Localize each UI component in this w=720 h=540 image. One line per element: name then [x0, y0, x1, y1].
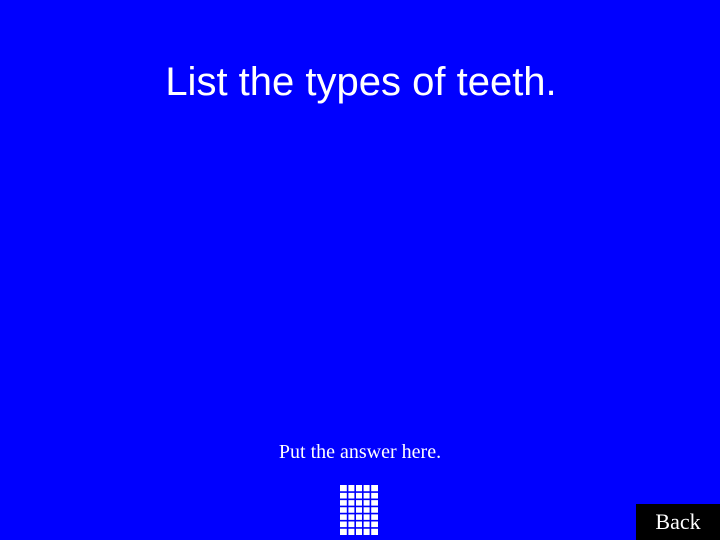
question-title: List the types of teeth.: [0, 58, 720, 106]
answer-text: Put the answer here.: [278, 441, 442, 463]
grid-icon: [340, 485, 378, 535]
back-button[interactable]: Back: [636, 504, 720, 540]
slide: List the types of teeth. Put the answer …: [0, 0, 720, 540]
question-text: List the types of teeth.: [165, 60, 557, 104]
